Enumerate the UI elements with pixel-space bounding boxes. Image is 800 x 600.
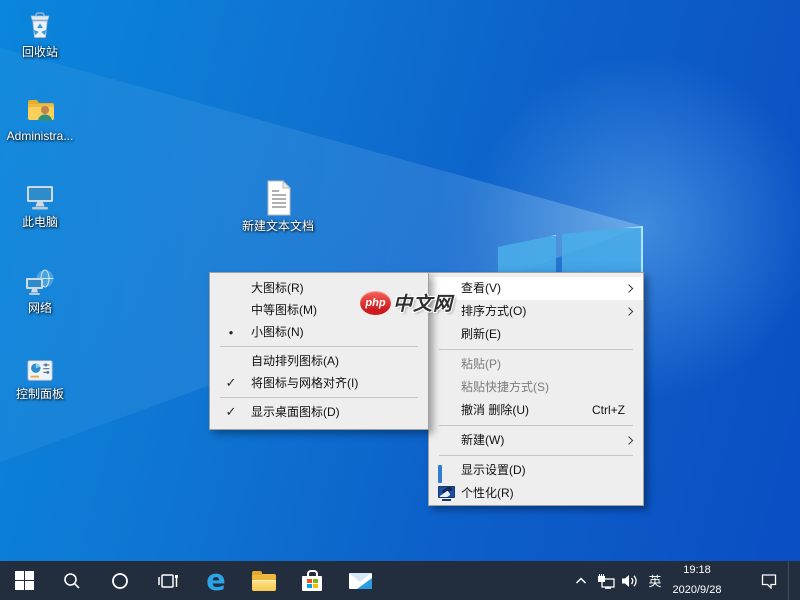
php-cn-watermark: php 中文网 xyxy=(360,289,453,316)
menu-shortcut: Ctrl+Z xyxy=(592,399,625,422)
network-icon xyxy=(23,266,57,300)
menu-item-undo-delete[interactable]: 撤消 删除(U) Ctrl+Z xyxy=(429,399,643,422)
desktop-icon-label: 控制面板 xyxy=(16,388,64,401)
file-explorer-icon xyxy=(252,574,276,591)
task-view-button[interactable] xyxy=(144,561,192,600)
menu-separator xyxy=(220,346,418,347)
volume-icon xyxy=(621,573,639,589)
store-button[interactable] xyxy=(288,561,336,600)
start-button[interactable] xyxy=(0,561,48,600)
checkmark-icon xyxy=(220,401,242,423)
clock-date: 2020/9/28 xyxy=(673,584,722,597)
menu-item-new[interactable]: 新建(W) xyxy=(429,429,643,452)
menu-separator xyxy=(439,349,633,350)
desktop-icon-this-pc[interactable]: 此电脑 xyxy=(2,180,78,229)
menu-item-paste-shortcut: 粘贴快捷方式(S) xyxy=(429,376,643,399)
desktop-icon-new-text-document[interactable]: 新建文本文档 xyxy=(240,178,316,233)
submenu-item-auto-arrange[interactable]: 自动排列图标(A) xyxy=(210,350,428,372)
desktop-icon-recycle-bin[interactable]: 回收站 xyxy=(2,8,78,59)
menu-separator xyxy=(439,455,633,456)
taskbar: e xyxy=(0,561,800,600)
menu-item-paste: 粘贴(P) xyxy=(429,353,643,376)
windows-desktop: 回收站 Administra... 此电脑 网络 xyxy=(0,0,800,600)
checkmark-icon xyxy=(220,372,242,394)
php-logo: php xyxy=(360,291,391,315)
search-icon xyxy=(62,571,82,591)
desktop-icon-label: 新建文本文档 xyxy=(242,220,314,233)
desktop-icon-administrator[interactable]: Administra... xyxy=(2,94,78,143)
action-center-icon xyxy=(760,572,778,589)
display-settings-icon xyxy=(438,463,455,479)
hidden-icons-button[interactable] xyxy=(569,561,593,600)
search-button[interactable] xyxy=(48,561,96,600)
volume-tray-button[interactable] xyxy=(618,561,642,600)
desktop-icon-network[interactable]: 网络 xyxy=(2,266,78,315)
ethernet-network-icon xyxy=(597,573,615,589)
menu-item-personalize[interactable]: 个性化(R) xyxy=(429,482,643,505)
desktop-context-menu: 查看(V) 排序方式(O) 刷新(E) 粘贴(P) 粘贴快捷方式(S) 撤消 删… xyxy=(428,272,644,506)
submenu-arrow-icon xyxy=(625,436,633,444)
mail-button[interactable] xyxy=(336,561,384,600)
action-center-button[interactable] xyxy=(750,561,788,600)
radio-selected-icon xyxy=(220,321,242,345)
personalization-icon xyxy=(438,486,455,502)
menu-item-refresh[interactable]: 刷新(E) xyxy=(429,323,643,346)
network-tray-button[interactable] xyxy=(593,561,618,600)
chevron-up-icon xyxy=(574,574,588,588)
edge-button[interactable]: e xyxy=(192,561,240,600)
desktop-icon-label: 网络 xyxy=(28,302,52,315)
cortana-circle-icon xyxy=(110,571,130,591)
input-language-indicator[interactable]: 英 xyxy=(642,561,668,600)
administrator-folder-icon xyxy=(23,94,57,128)
watermark-text: 中文网 xyxy=(393,289,453,316)
edge-icon: e xyxy=(206,566,226,595)
file-explorer-button[interactable] xyxy=(240,561,288,600)
submenu-item-align-to-grid[interactable]: 将图标与网格对齐(I) xyxy=(210,372,428,394)
microsoft-store-icon xyxy=(302,576,322,591)
submenu-item-small-icons[interactable]: 小图标(N) xyxy=(210,321,428,343)
clock[interactable]: 19:18 2020/9/28 xyxy=(668,561,726,600)
cortana-button[interactable] xyxy=(96,561,144,600)
task-view-icon xyxy=(157,571,179,591)
control-panel-icon xyxy=(24,356,56,386)
submenu-arrow-icon xyxy=(625,284,633,292)
mail-icon xyxy=(349,573,372,589)
submenu-item-show-desktop-icons[interactable]: 显示桌面图标(D) xyxy=(210,401,428,423)
clock-time: 19:18 xyxy=(683,564,711,577)
menu-item-display-settings[interactable]: 显示设置(D) xyxy=(429,459,643,482)
system-tray: 英 19:18 2020/9/28 xyxy=(569,561,800,600)
menu-separator xyxy=(220,397,418,398)
menu-item-view[interactable]: 查看(V) xyxy=(429,277,643,300)
desktop-icon-control-panel[interactable]: 控制面板 xyxy=(2,356,78,401)
show-desktop-button[interactable] xyxy=(788,561,800,600)
this-pc-icon xyxy=(23,180,57,214)
text-document-icon xyxy=(260,178,296,218)
desktop-icon-label: Administra... xyxy=(7,130,74,143)
desktop-icon-label: 回收站 xyxy=(22,46,58,59)
menu-item-sort-by[interactable]: 排序方式(O) xyxy=(429,300,643,323)
menu-separator xyxy=(439,425,633,426)
submenu-arrow-icon xyxy=(625,307,633,315)
desktop-icon-label: 此电脑 xyxy=(22,216,58,229)
windows-logo-icon xyxy=(15,571,34,590)
recycle-bin-icon xyxy=(23,8,57,44)
